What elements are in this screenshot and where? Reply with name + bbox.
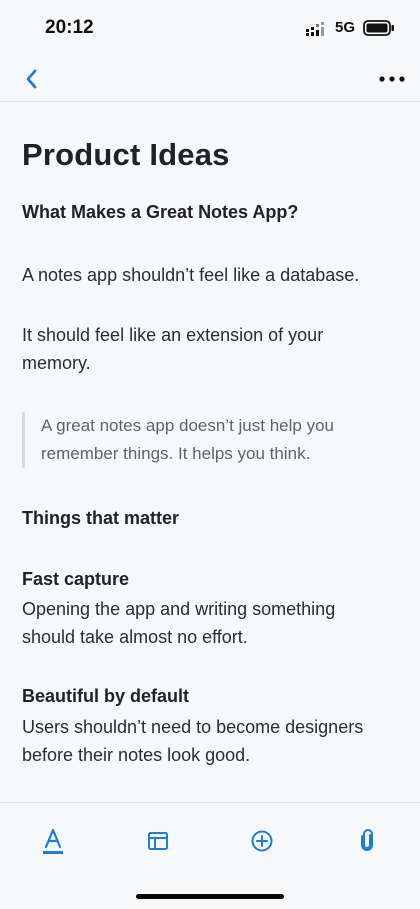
status-bar: 20:12 5G (0, 0, 420, 56)
attachment-button[interactable] (351, 825, 383, 857)
editor-toolbar (0, 802, 420, 874)
item-text-beautiful-line-2[interactable]: before their notes look good. (22, 741, 402, 769)
home-indicator (136, 894, 284, 899)
item-text-beautiful-line-1[interactable]: Users shouldn’t need to become designers (22, 713, 402, 741)
back-button[interactable] (16, 64, 46, 94)
item-title-fast-capture[interactable]: Fast capture (22, 569, 129, 590)
text-format-button[interactable] (37, 825, 69, 857)
note-content[interactable]: Product Ideas (22, 135, 400, 175)
quote-line-1: A great notes app doesn’t just help you (41, 416, 334, 435)
table-icon (148, 832, 168, 850)
attachment-icon (361, 829, 373, 851)
item-title-beautiful-by-default[interactable]: Beautiful by default (22, 686, 189, 707)
battery-icon (363, 20, 395, 41)
add-circle-icon (251, 830, 273, 852)
paragraph-1[interactable]: A notes app shouldn’t feel like a databa… (22, 261, 402, 289)
quote-line-2: remember things. It helps you think. (41, 444, 311, 463)
chevron-left-icon (26, 69, 37, 89)
section-heading[interactable]: Things that matter (22, 508, 179, 529)
paragraph-2-line-2[interactable]: memory. (22, 349, 402, 377)
note-heading[interactable]: What Makes a Great Notes App? (22, 202, 298, 223)
text-format-icon (43, 828, 63, 854)
navigation-bar (0, 56, 420, 102)
item-text-fast-capture-line-1[interactable]: Opening the app and writing something (22, 595, 402, 623)
more-options-button[interactable] (374, 64, 410, 94)
more-horizontal-icon (379, 76, 405, 82)
item-text-fast-capture-line-2[interactable]: should take almost no effort. (22, 623, 402, 651)
table-button[interactable] (142, 825, 174, 857)
status-time: 20:12 (45, 17, 94, 38)
network-type-label: 5G (335, 19, 356, 36)
cellular-signal-icon (306, 22, 328, 41)
paragraph-2-line-1[interactable]: It should feel like an extension of your (22, 321, 402, 349)
note-title[interactable]: Product Ideas (22, 135, 400, 175)
add-button[interactable] (246, 825, 278, 857)
blockquote[interactable]: A great notes app doesn’t just help you … (22, 412, 392, 468)
